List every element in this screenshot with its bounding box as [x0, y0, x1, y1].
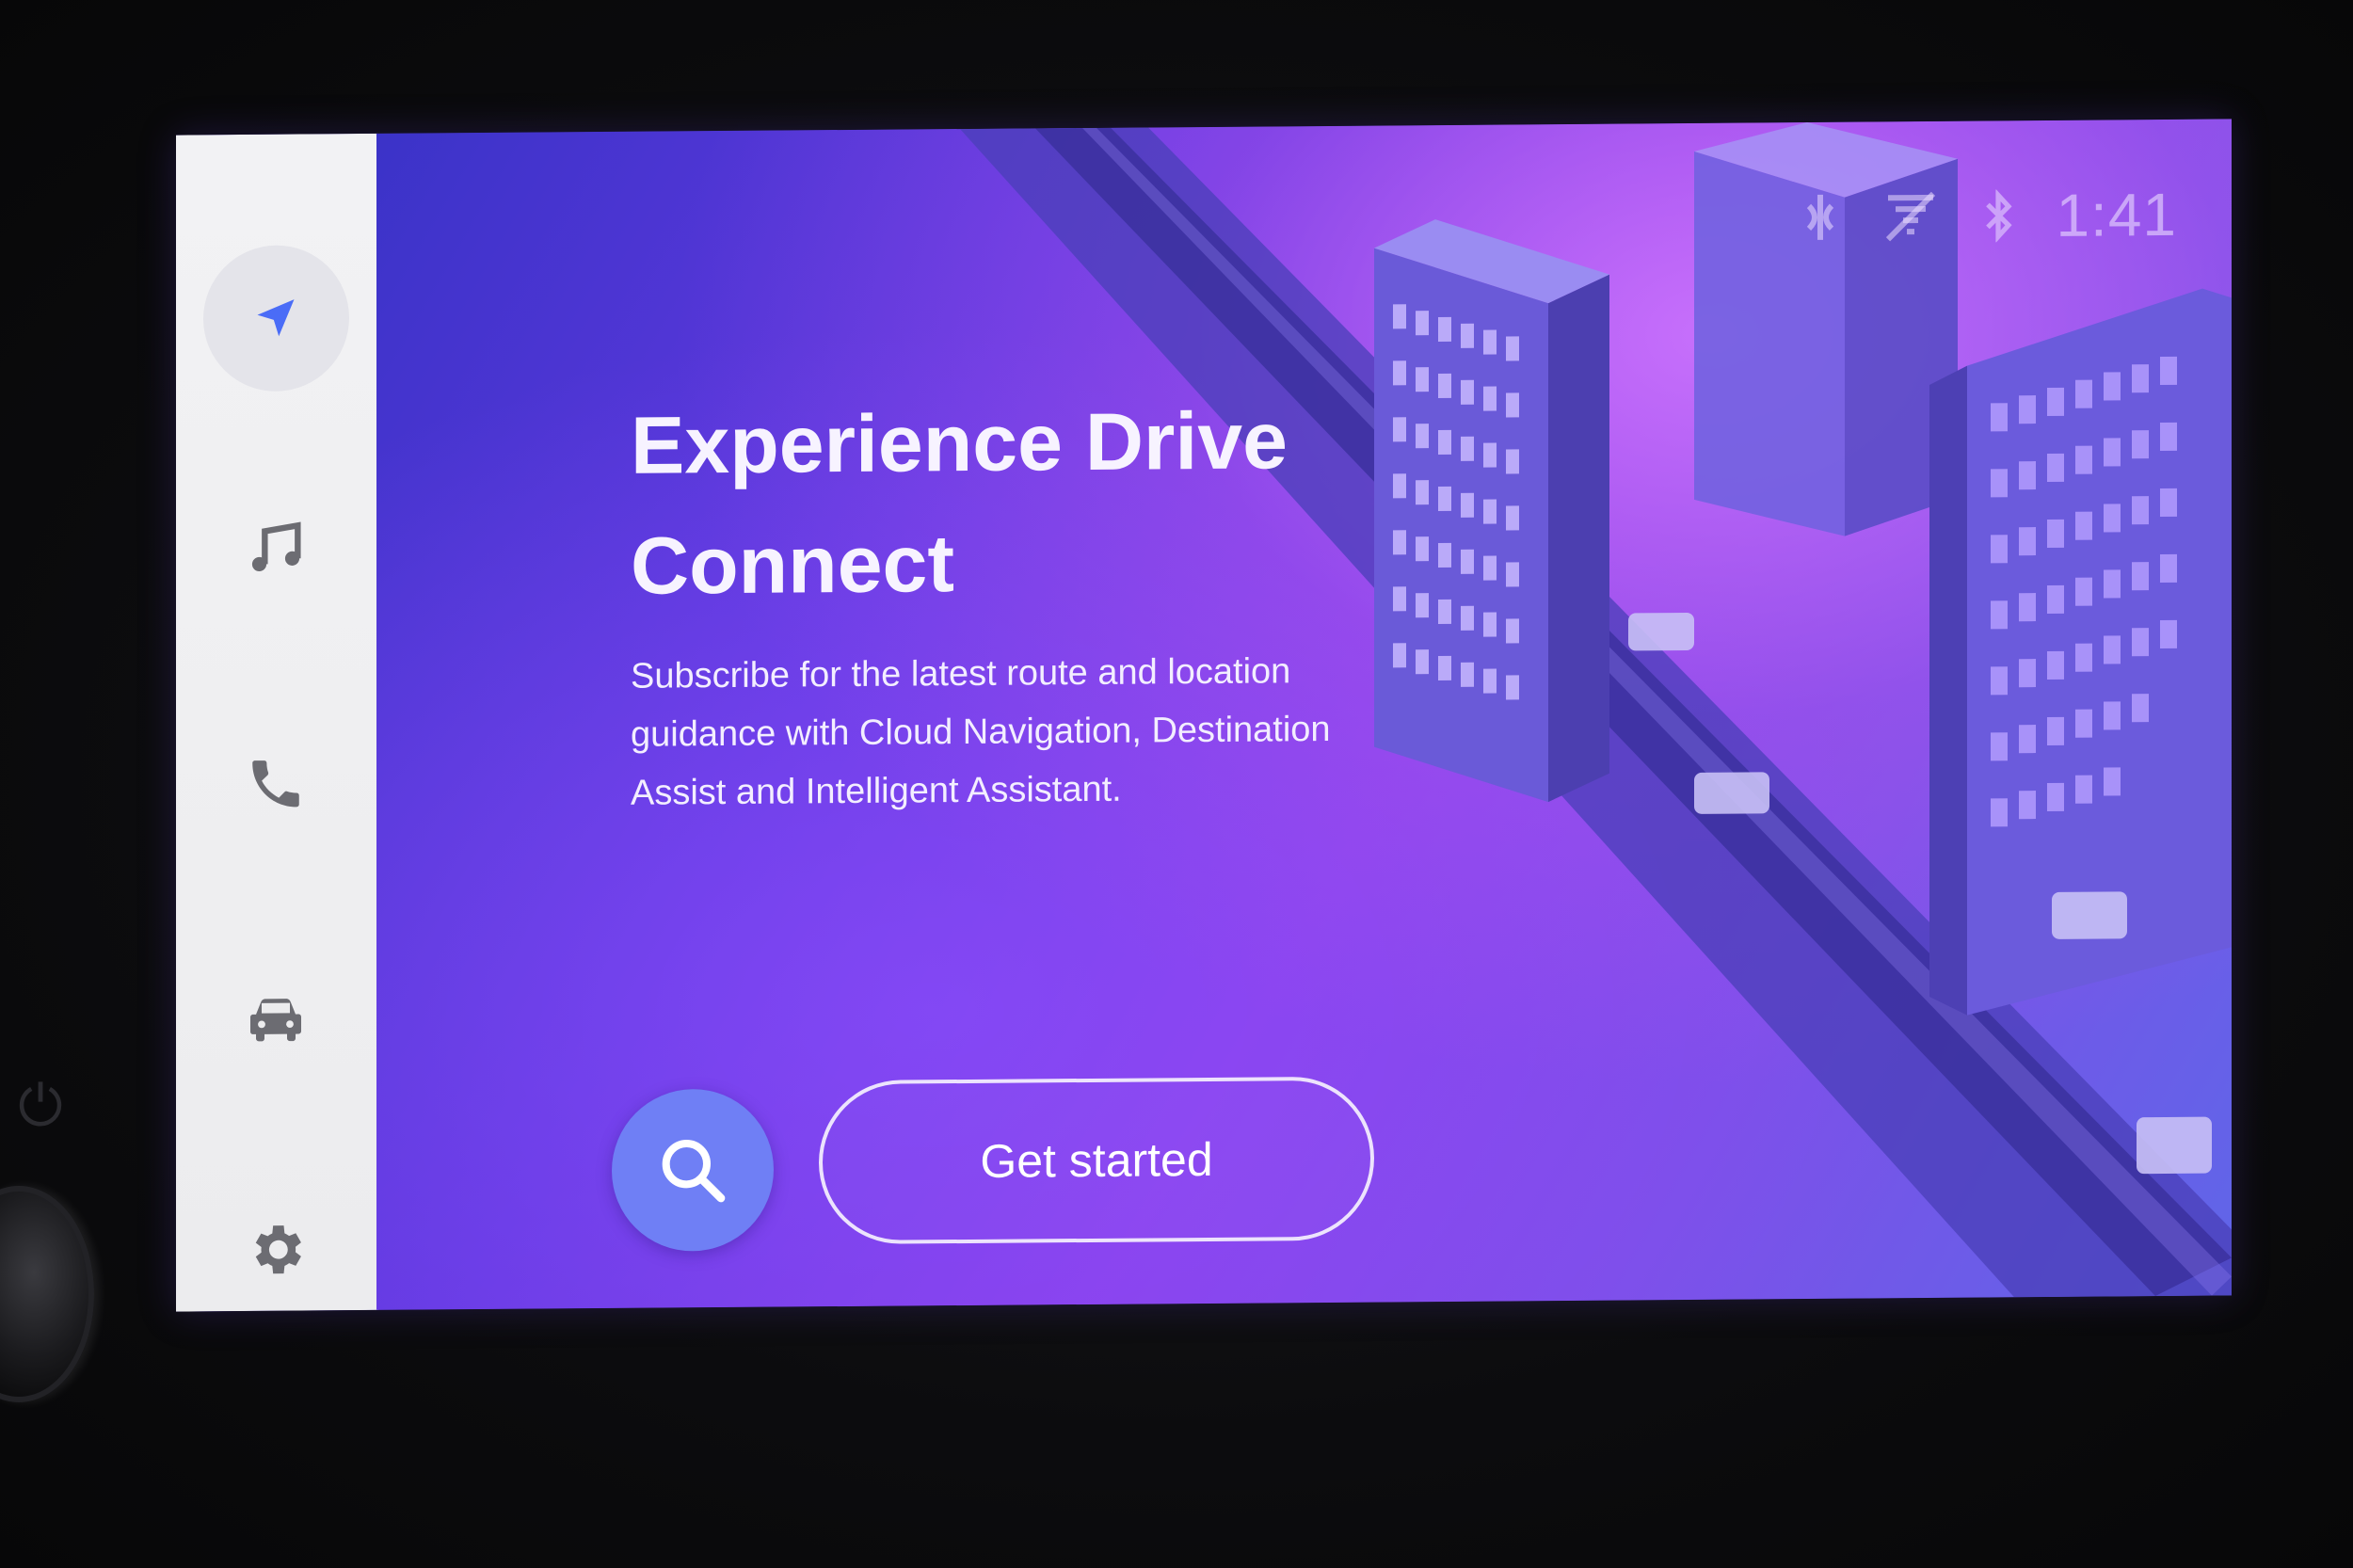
- get-started-button[interactable]: Get started: [819, 1076, 1374, 1245]
- phone-icon: [252, 760, 299, 808]
- music-note-icon: [251, 521, 301, 572]
- description-line: guidance with Cloud Navigation, Destinat…: [631, 709, 1331, 755]
- sidebar-item-music[interactable]: [200, 474, 351, 626]
- description: Subscribe for the latest route and locat…: [631, 641, 1459, 823]
- wireless-charging-icon: [1807, 194, 1834, 240]
- title-line: Connect: [631, 519, 954, 612]
- main-panel: 1:41 Experience Drive Connect Subscribe …: [376, 119, 2232, 1310]
- clock: 1:41: [2056, 180, 2177, 249]
- sidebar-item-navigation[interactable]: [200, 242, 351, 393]
- sidebar: [176, 133, 378, 1312]
- description-line: Subscribe for the latest route and locat…: [631, 651, 1291, 696]
- search-button[interactable]: [612, 1088, 774, 1252]
- navigation-arrow-icon: [257, 299, 295, 337]
- sidebar-item-vehicle[interactable]: [200, 941, 351, 1093]
- infotainment-screen: 1:41 Experience Drive Connect Subscribe …: [176, 119, 2232, 1312]
- gear-icon: [255, 1225, 301, 1274]
- power-icon[interactable]: ⏻: [8, 1073, 73, 1139]
- description-line: Assist and Intelligent Assistant.: [631, 769, 1122, 813]
- status-bar: 1:41: [1801, 180, 2177, 250]
- car-icon: [250, 999, 301, 1042]
- search-icon: [662, 1139, 726, 1203]
- active-indicator: [202, 244, 349, 392]
- data-disabled-icon: [1886, 191, 1936, 242]
- bluetooth-icon: [1986, 189, 2013, 243]
- title-line: Experience Drive: [631, 395, 1288, 491]
- sidebar-item-settings[interactable]: [200, 1174, 351, 1311]
- sidebar-item-phone[interactable]: [200, 708, 351, 859]
- page-title: Experience Drive Connect: [631, 379, 1478, 627]
